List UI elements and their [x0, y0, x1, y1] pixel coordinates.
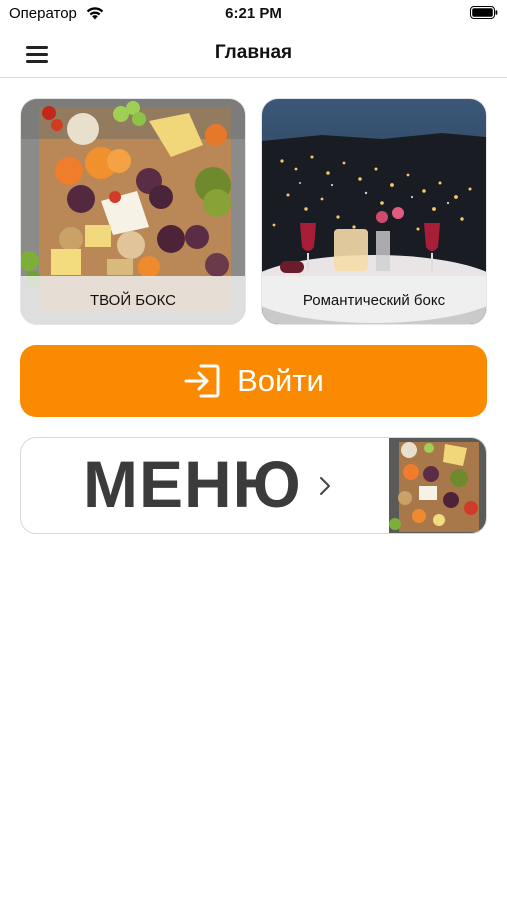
- page-title: Главная: [214, 42, 293, 63]
- login-arrow-icon: [184, 364, 220, 398]
- login-label: Войти: [237, 363, 324, 398]
- your-box-card[interactable]: ТВОЙ БОКС: [21, 99, 245, 324]
- navigation-bar: Главная: [0, 30, 507, 78]
- menu-card[interactable]: МЕНЮ: [20, 437, 487, 534]
- battery-icon: [470, 6, 498, 19]
- status-bar: Оператор 6:21 PM: [0, 0, 507, 30]
- your-box-label: ТВОЙ БОКС: [21, 276, 245, 324]
- charcuterie-board-photo: [389, 438, 486, 533]
- chevron-right-icon: [320, 477, 330, 495]
- clock-time: 6:21 PM: [225, 5, 282, 22]
- menu-label: МЕНЮ: [83, 447, 302, 521]
- login-button[interactable]: Войти: [20, 345, 487, 417]
- romantic-box-label: Романтический бокс: [262, 276, 486, 324]
- romantic-box-card[interactable]: Романтический бокс: [262, 99, 486, 324]
